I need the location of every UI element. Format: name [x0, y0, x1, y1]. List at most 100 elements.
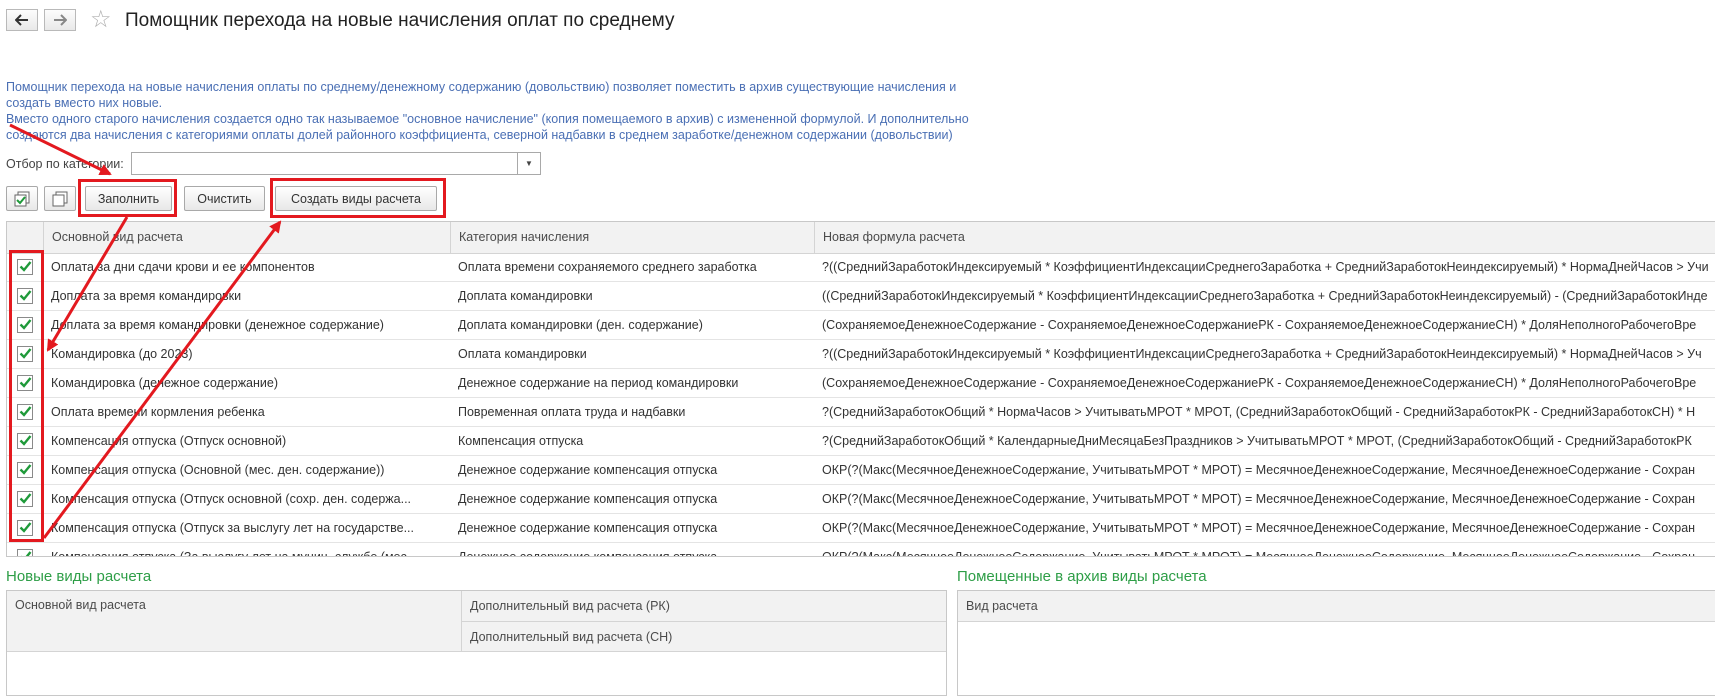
table-row[interactable]: Компенсация отпуска (Отпуск за выслугу л… — [7, 514, 1715, 543]
category-filter-input[interactable]: ▼ — [131, 152, 541, 175]
favorite-star-icon[interactable]: ☆ — [90, 6, 112, 34]
calculation-types-table: Основной вид расчета Категория начислени… — [6, 221, 1715, 557]
cell-new-formula: ?(СреднийЗаработокОбщий * КалендарныеДни… — [822, 434, 1692, 448]
header-archived-calc-type[interactable]: Вид расчета — [958, 591, 1715, 622]
table-row[interactable]: Командировка (денежное содержание) Денежн… — [7, 369, 1715, 398]
checkmark-icon — [19, 435, 32, 446]
cell-new-formula: ?(СреднийЗаработокОбщий * НормаЧасов > У… — [822, 405, 1696, 419]
table-row[interactable]: Оплата за дни сдачи крови и ее компонент… — [7, 253, 1715, 282]
cell-main-calc-type: Доплата за время командировки (денежное … — [51, 318, 384, 332]
header-new-main-calc-type[interactable]: Основной вид расчета — [7, 591, 462, 652]
cell-category: Денежное содержание компенсация отпуска — [458, 492, 718, 506]
cell-category: Денежное содержание компенсация отпуска — [458, 550, 718, 557]
cell-new-formula: ОКР(?(Макс(МесячноеДенежноеСодержание, У… — [822, 521, 1696, 535]
header-additional-sn[interactable]: Дополнительный вид расчета (СН) — [462, 622, 946, 652]
clear-button[interactable]: Очистить — [184, 186, 265, 211]
table-row[interactable]: Компенсация отпуска (Отпуск основной) Ком… — [7, 427, 1715, 456]
new-calc-types-table: Основной вид расчета Дополнительный вид … — [6, 590, 947, 696]
header-main-calc-type[interactable]: Основной вид расчета — [43, 222, 450, 253]
row-checkbox[interactable] — [17, 317, 33, 333]
table-row[interactable]: Компенсация отпуска (Основной (мес. ден.… — [7, 456, 1715, 485]
table-row[interactable]: Доплата за время командировки Доплата ком… — [7, 282, 1715, 311]
table-row[interactable]: Доплата за время командировки (денежное … — [7, 311, 1715, 340]
cell-main-calc-type: Компенсация отпуска (Основной (мес. ден.… — [51, 463, 385, 477]
cell-new-formula: (СохраняемоеДенежноеСодержание - Сохраня… — [822, 318, 1697, 332]
cell-main-calc-type: Компенсация отпуска (Отпуск за выслугу л… — [51, 521, 414, 535]
cell-main-calc-type: Компенсация отпуска (Отпуск основной) — [51, 434, 287, 448]
header-new-formula[interactable]: Новая формула расчета — [814, 222, 1715, 253]
cell-main-calc-type: Оплата времени кормления ребенка — [51, 405, 265, 419]
cell-main-calc-type: Оплата за дни сдачи крови и ее компонент… — [51, 260, 315, 274]
row-checkbox[interactable] — [17, 520, 33, 536]
archived-calc-types-table: Вид расчета — [957, 590, 1715, 696]
table-row[interactable]: Компенсация отпуска (За выслугу лет на м… — [7, 543, 1715, 557]
row-checkbox[interactable] — [17, 404, 33, 420]
checkmark-icon — [19, 290, 32, 301]
checkmark-icon — [19, 522, 32, 533]
checkmark-icon — [19, 493, 32, 504]
header-category[interactable]: Категория начисления — [450, 222, 814, 253]
table-row[interactable]: Оплата времени кормления ребенка Повремен… — [7, 398, 1715, 427]
checkmark-icon — [21, 551, 32, 556]
cell-category: Повременная оплата труда и надбавки — [458, 405, 686, 419]
cell-category: Доплата командировки — [458, 289, 593, 303]
dropdown-icon[interactable]: ▼ — [517, 153, 540, 174]
filter-label: Отбор по категории: — [6, 157, 124, 171]
checkmark-icon — [19, 377, 32, 388]
table-row[interactable]: Компенсация отпуска (Отпуск основной (со… — [7, 485, 1715, 514]
cell-category: Оплата времени сохраняемого среднего зар… — [458, 260, 757, 274]
cell-category: Компенсация отпуска — [458, 434, 584, 448]
cell-main-calc-type: Командировка (денежное содержание) — [51, 376, 279, 390]
cell-new-formula: ОКР(?(Макс(МесячноеДенежноеСодержание, У… — [822, 550, 1696, 557]
description-line-2: создать вместо них новые. — [6, 96, 163, 110]
cell-main-calc-type: Компенсация отпуска (Отпуск основной (со… — [51, 492, 412, 506]
back-button[interactable] — [6, 9, 38, 31]
arrow-left-icon — [15, 14, 28, 26]
cell-main-calc-type: Командировка (до 2023) — [51, 347, 193, 361]
uncheck-all-button[interactable] — [44, 186, 76, 211]
row-checkbox[interactable] — [17, 462, 33, 478]
checkmark-icon — [19, 406, 32, 417]
row-checkbox[interactable] — [17, 491, 33, 507]
row-checkbox[interactable] — [17, 549, 33, 556]
cell-new-formula: (СохраняемоеДенежноеСодержание - Сохраня… — [822, 376, 1697, 390]
cell-new-formula: ОКР(?(Макс(МесячноеДенежноеСодержание, У… — [822, 463, 1696, 477]
cell-category: Оплата командировки — [458, 347, 587, 361]
new-calc-types-title: Новые виды расчета — [6, 568, 152, 585]
arrow-right-icon — [54, 14, 67, 26]
cell-category: Денежное содержание компенсация отпуска — [458, 463, 718, 477]
checkmark-icon — [19, 261, 32, 272]
row-checkbox[interactable] — [17, 288, 33, 304]
description-line-3: Вместо одного старого начисления создает… — [6, 112, 969, 126]
fill-button[interactable]: Заполнить — [85, 186, 172, 211]
uncheck-all-icon — [52, 191, 68, 206]
row-checkbox[interactable] — [17, 433, 33, 449]
cell-category: Доплата командировки (ден. содержание) — [458, 318, 703, 332]
checkmark-icon — [19, 348, 32, 359]
archived-calc-types-title: Помещенные в архив виды расчета — [957, 568, 1207, 585]
row-checkbox[interactable] — [17, 346, 33, 362]
table-row[interactable]: Командировка (до 2023) Оплата командировк… — [7, 340, 1715, 369]
row-checkbox[interactable] — [17, 259, 33, 275]
checkmark-icon — [19, 319, 32, 330]
row-checkbox[interactable] — [17, 375, 33, 391]
create-calc-types-button[interactable]: Создать виды расчета — [275, 186, 437, 211]
cell-new-formula: ?((СреднийЗаработокИндексируемый * Коэфф… — [822, 347, 1702, 361]
cell-new-formula: ((СреднийЗаработокИндексируемый * Коэффи… — [822, 289, 1708, 303]
table-header: Основной вид расчета Категория начислени… — [7, 222, 1715, 254]
cell-main-calc-type: Доплата за время командировки — [51, 289, 242, 303]
description-line-1: Помощник перехода на новые начисления оп… — [6, 80, 957, 94]
cell-category: Денежное содержание компенсация отпуска — [458, 521, 718, 535]
cell-main-calc-type: Компенсация отпуска (За выслугу лет на м… — [51, 550, 418, 557]
cell-category: Денежное содержание на период командиров… — [458, 376, 739, 390]
header-checkbox-column — [7, 222, 43, 253]
description-line-4: создаются два начисления с категориями о… — [6, 128, 953, 142]
page-title: Помощник перехода на новые начисления оп… — [125, 10, 675, 31]
check-all-icon — [14, 191, 30, 206]
check-all-button[interactable] — [6, 186, 38, 211]
header-additional-rk[interactable]: Дополнительный вид расчета (РК) — [462, 591, 946, 622]
checkmark-icon — [19, 464, 32, 475]
cell-new-formula: ОКР(?(Макс(МесячноеДенежноеСодержание, У… — [822, 492, 1696, 506]
forward-button[interactable] — [44, 9, 76, 31]
cell-new-formula: ?((СреднийЗаработокИндексируемый * Коэфф… — [822, 260, 1709, 274]
